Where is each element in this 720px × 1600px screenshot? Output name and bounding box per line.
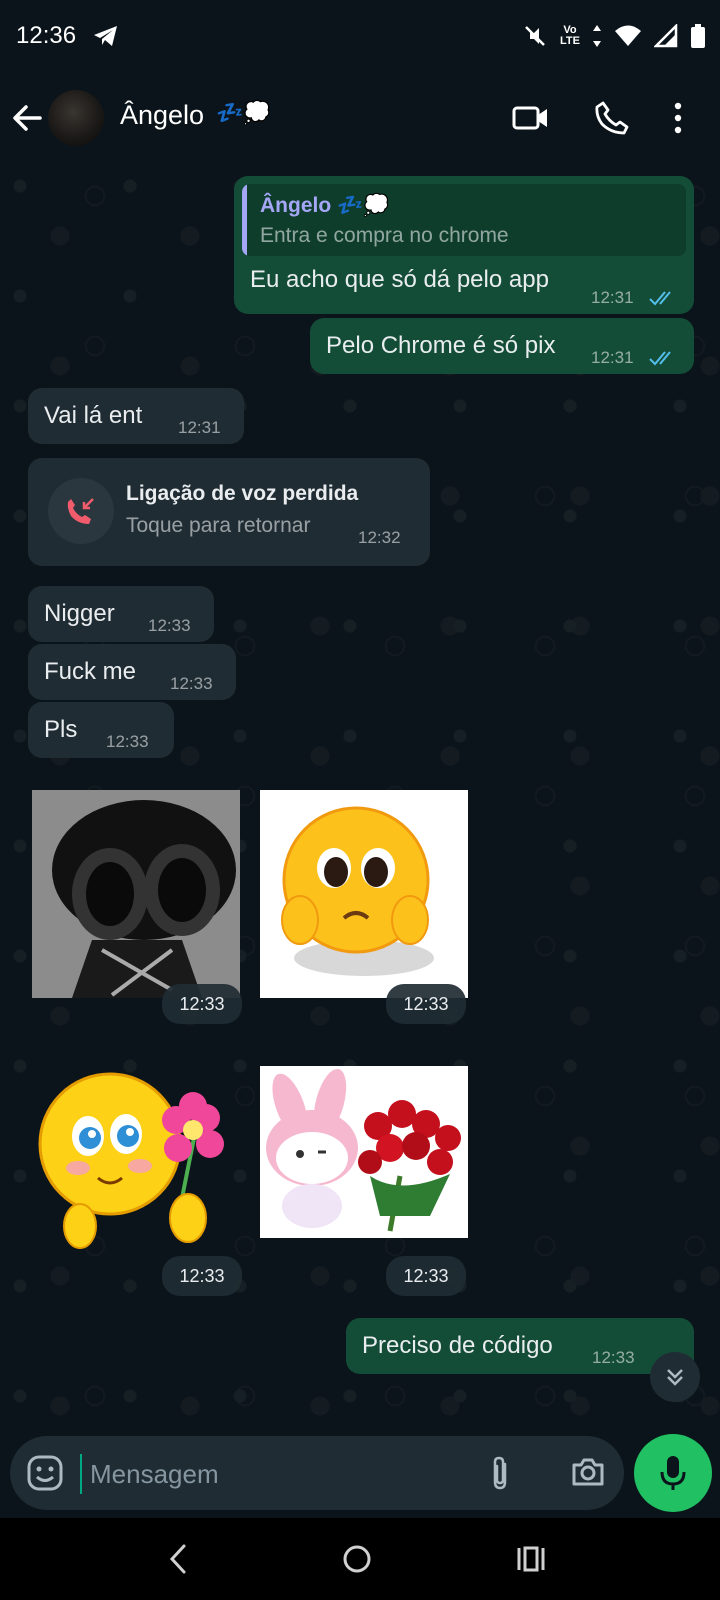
back-arrow-icon[interactable]: [10, 98, 46, 138]
message-bubble-outgoing[interactable]: Pelo Chrome é só pix 12:31: [310, 318, 694, 374]
more-options-icon[interactable]: [670, 100, 686, 136]
message-text: Eu acho que só dá pelo app: [250, 266, 549, 293]
message-text: Vai lá ent: [44, 402, 143, 429]
text-caret: [80, 1454, 82, 1494]
status-time: 12:36: [16, 22, 77, 49]
nav-recents-icon[interactable]: [516, 1542, 546, 1576]
double-chevron-down-icon: [667, 1369, 683, 1386]
message-input[interactable]: [88, 1450, 472, 1498]
status-bar: 12:36 Vo LTE: [0, 0, 720, 72]
quoted-sender-name: Ângelo 💤💭: [260, 194, 390, 217]
message-bubble-outgoing[interactable]: Preciso de código 12:33: [346, 1318, 694, 1374]
message-time: 12:31: [178, 418, 221, 437]
message-text: Nigger: [44, 600, 115, 627]
message-time: 12:32: [358, 528, 401, 547]
message-time: 12:33: [106, 732, 149, 751]
video-call-icon[interactable]: [512, 100, 550, 136]
volte-indicator: Vo LTE: [560, 25, 580, 47]
missed-call-icon-circle: [48, 478, 114, 544]
message-time: 12:31: [591, 288, 634, 307]
missed-call-title: Ligação de voz perdida: [126, 482, 359, 505]
contact-status-emoji: 💤💭: [216, 100, 271, 125]
message-composer[interactable]: [10, 1436, 624, 1510]
message-time: 12:31: [591, 348, 634, 367]
message-bubble-incoming[interactable]: Vai lá ent 12:31: [28, 388, 244, 444]
my-melody-with-roses-sticker[interactable]: [260, 1066, 468, 1238]
quoted-text: Entra e compra no chrome: [260, 224, 509, 247]
mic-icon: [660, 1456, 686, 1490]
camera-icon[interactable]: [570, 1454, 606, 1490]
smiley-holding-flower-sticker[interactable]: [28, 1058, 236, 1266]
contact-name[interactable]: Ângelo: [120, 100, 204, 131]
missed-call-icon: [67, 498, 94, 524]
message-bubble-incoming[interactable]: Fuck me 12:33: [28, 644, 236, 700]
message-time: 12:33: [170, 674, 213, 693]
voice-message-button[interactable]: [634, 1434, 712, 1512]
signal-icon: [654, 24, 678, 48]
message-bubble-outgoing[interactable]: Ângelo 💤💭 Entra e compra no chrome Eu ac…: [234, 176, 694, 314]
volte-bottom-label: LTE: [560, 35, 580, 47]
message-text: Pls: [44, 716, 78, 743]
missed-call-subtitle: Toque para retornar: [126, 514, 311, 537]
wifi-icon: [615, 25, 641, 46]
message-text: Fuck me: [44, 658, 137, 685]
message-text: Preciso de código: [362, 1332, 553, 1359]
attach-icon[interactable]: [488, 1454, 512, 1492]
message-time: 12:33: [592, 1348, 635, 1367]
sticker-time: 12:33: [386, 1256, 466, 1296]
sticker-time: 12:33: [162, 984, 242, 1024]
quoted-message[interactable]: Ângelo 💤💭 Entra e compra no chrome: [242, 184, 686, 256]
mute-icon: [525, 26, 545, 46]
battery-icon: [691, 24, 705, 48]
nav-home-icon[interactable]: [340, 1542, 374, 1576]
chat-header: Ângelo 💤💭: [0, 72, 720, 166]
message-bubble-incoming[interactable]: Pls 12:33: [28, 702, 174, 758]
status-icons: Vo LTE: [522, 20, 706, 52]
sticker-time: 12:33: [162, 1256, 242, 1296]
data-arrows-icon: [593, 25, 601, 47]
double-check-read-icon: [649, 351, 671, 366]
dark-cartoon-character-sticker[interactable]: [32, 790, 240, 998]
message-bubble-incoming[interactable]: Nigger 12:33: [28, 586, 214, 642]
missed-call-bubble[interactable]: Ligação de voz perdida Toque para retorn…: [28, 458, 430, 566]
chat-area[interactable]: Ângelo 💤💭 Entra e compra no chrome Eu ac…: [0, 166, 720, 1428]
emoji-icon[interactable]: [26, 1454, 64, 1492]
system-nav-bar: [0, 1518, 720, 1600]
message-text: Pelo Chrome é só pix: [326, 332, 556, 359]
quote-accent-bar: [242, 184, 247, 256]
message-time: 12:33: [148, 616, 191, 635]
scroll-to-bottom-button[interactable]: [650, 1352, 700, 1402]
telegram-icon: [94, 26, 117, 46]
phone-call-icon[interactable]: [594, 100, 630, 136]
composer-bar: [0, 1428, 720, 1512]
double-check-read-icon: [649, 291, 671, 306]
avatar[interactable]: [48, 90, 104, 146]
nav-back-icon[interactable]: [166, 1542, 190, 1576]
pleading-face-emoji-sticker[interactable]: [260, 790, 468, 998]
sticker-time: 12:33: [386, 984, 466, 1024]
